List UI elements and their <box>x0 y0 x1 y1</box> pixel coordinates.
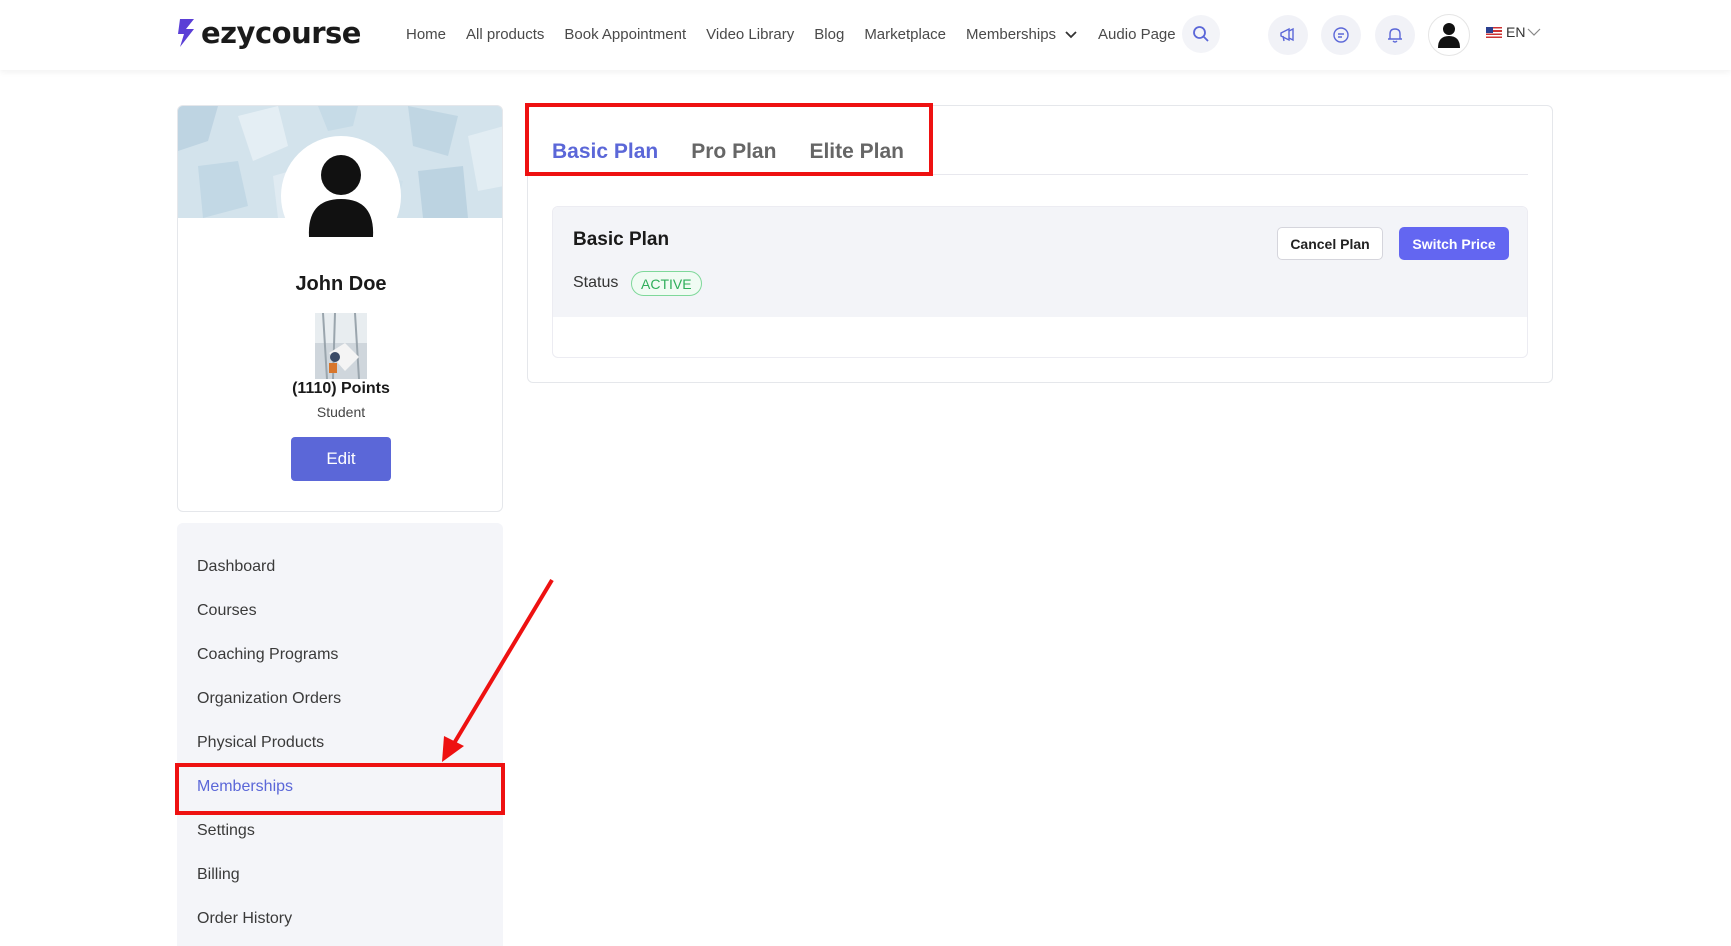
chevron-down-icon <box>1065 31 1077 39</box>
main-nav: Home All products Book Appointment Video… <box>406 0 1196 68</box>
sidebar-item-organization-orders[interactable]: Organization Orders <box>197 690 341 708</box>
sidebar-item-coaching-programs[interactable]: Coaching Programs <box>197 646 338 664</box>
edit-profile-button[interactable]: Edit <box>291 437 391 481</box>
announcements-button[interactable] <box>1268 15 1308 55</box>
nav-memberships-label: Memberships <box>966 25 1057 43</box>
user-avatar-icon <box>308 155 374 237</box>
tab-pro-plan[interactable]: Pro Plan <box>691 140 776 164</box>
nav-book-appointment[interactable]: Book Appointment <box>564 26 686 43</box>
plan-card-header: Basic Plan Status ACTIVE Cancel Plan Swi… <box>553 207 1527 317</box>
logo-mark-icon <box>178 19 194 47</box>
sidebar-item-courses[interactable]: Courses <box>197 602 257 620</box>
profile-name: John Doe <box>295 273 387 295</box>
nav-video-library[interactable]: Video Library <box>706 26 794 43</box>
megaphone-icon <box>1280 27 1294 42</box>
nav-audio-page[interactable]: Audio Page <box>1098 26 1176 43</box>
notifications-button[interactable] <box>1375 15 1415 55</box>
chevron-down-icon <box>1528 28 1541 36</box>
language-selector[interactable]: EN <box>1486 24 1541 40</box>
sidebar-item-billing[interactable]: Billing <box>197 866 240 884</box>
plan-title: Basic Plan <box>573 229 670 250</box>
nav-all-products[interactable]: All products <box>466 26 544 43</box>
top-header: ezycourse Home All products Book Appoint… <box>0 0 1731 70</box>
tab-elite-plan[interactable]: Elite Plan <box>809 140 904 164</box>
logo[interactable]: ezycourse <box>176 16 361 50</box>
switch-price-button[interactable]: Switch Price <box>1399 227 1509 260</box>
nav-memberships-dropdown[interactable]: Memberships <box>966 26 1078 43</box>
annotation-arrow-icon <box>442 578 554 762</box>
search-icon <box>1193 26 1209 42</box>
messages-button[interactable] <box>1321 15 1361 55</box>
search-button[interactable] <box>1182 15 1220 53</box>
membership-panel: Basic Plan Pro Plan Elite Plan Basic Pla… <box>527 105 1553 383</box>
user-avatar-icon <box>1438 23 1460 48</box>
plan-tabs: Basic Plan Pro Plan Elite Plan <box>552 140 937 164</box>
logo-text: ezycourse <box>201 16 361 50</box>
sidebar-item-order-history[interactable]: Order History <box>197 910 292 928</box>
tab-basic-plan[interactable]: Basic Plan <box>552 140 658 164</box>
nav-home[interactable]: Home <box>406 26 446 43</box>
user-menu-button[interactable] <box>1428 14 1470 56</box>
us-flag-icon <box>1486 26 1502 38</box>
chat-icon <box>1333 27 1349 43</box>
language-code: EN <box>1506 24 1526 40</box>
sidebar-item-memberships[interactable]: Memberships <box>197 778 293 796</box>
tabs-divider <box>552 174 1528 175</box>
sidebar-item-settings[interactable]: Settings <box>197 822 255 840</box>
sidebar-item-physical-products[interactable]: Physical Products <box>197 734 324 752</box>
user-role: Student <box>316 404 366 420</box>
badge-image <box>315 313 367 379</box>
status-label: Status <box>573 274 619 291</box>
sidebar-item-dashboard[interactable]: Dashboard <box>197 558 275 576</box>
bell-icon <box>1388 28 1402 43</box>
plan-card: Basic Plan Status ACTIVE Cancel Plan Swi… <box>552 206 1528 358</box>
nav-blog[interactable]: Blog <box>814 26 844 43</box>
points-value: (1110) Points <box>292 380 390 397</box>
cancel-plan-button[interactable]: Cancel Plan <box>1277 227 1383 260</box>
profile-card: John Doe (1110) Points Student Edit <box>177 105 503 512</box>
nav-marketplace[interactable]: Marketplace <box>864 26 946 43</box>
profile-avatar <box>281 136 401 256</box>
status-badge: ACTIVE <box>631 271 702 296</box>
